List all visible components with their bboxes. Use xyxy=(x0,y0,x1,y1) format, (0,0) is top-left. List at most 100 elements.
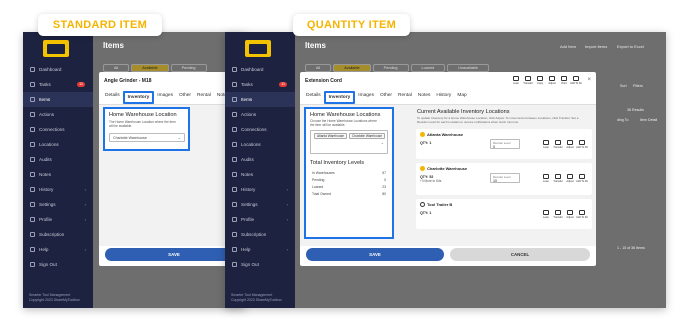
warehouse-chip[interactable]: Charlotte Warehouse xyxy=(349,133,386,139)
sidebar-item-help[interactable]: Help › xyxy=(225,242,295,257)
transfer-action[interactable]: Transfer xyxy=(522,76,534,85)
sidebar-item-subscription[interactable]: Subscription xyxy=(225,227,295,242)
loan-action[interactable]: Loan xyxy=(540,174,552,183)
transfer-action[interactable]: Transfer xyxy=(552,174,564,183)
sidebar-item-audits[interactable]: Audits xyxy=(23,152,93,167)
filters-button[interactable]: Filters xyxy=(633,84,643,88)
home-warehouse-select[interactable]: Charlotte Warehouse ⌄ xyxy=(109,133,185,142)
sidebar-item-tasks[interactable]: Tasks 11 xyxy=(225,77,295,92)
adjust-action[interactable]: Adjust xyxy=(564,140,576,149)
adjust-action[interactable]: Adjust xyxy=(564,174,576,183)
home-warehouse-multiselect[interactable]: Atlanta Warehouse Charlotte Warehouse ⌄ xyxy=(310,130,388,154)
tab-other[interactable]: Other xyxy=(377,91,395,104)
adjust-action[interactable]: Adjust xyxy=(546,76,558,85)
location-name: Tool Trailer B xyxy=(427,202,453,207)
filter-tab-available[interactable]: Available xyxy=(333,64,371,72)
sidebar-item-history[interactable]: History › xyxy=(225,182,295,197)
loan-action[interactable]: Loan xyxy=(510,76,522,85)
sort-button[interactable]: Sort xyxy=(620,84,627,88)
sidebar-item-locations[interactable]: Locations xyxy=(225,137,295,152)
add-to-kit-icon xyxy=(579,140,585,145)
sidebar-item-items[interactable]: Items xyxy=(23,92,93,107)
sidebar-item-profile[interactable]: Profile › xyxy=(225,212,295,227)
adjust-action[interactable]: Adjust xyxy=(564,210,576,219)
transfer-action[interactable]: Transfer xyxy=(552,140,564,149)
sidebar-item-history[interactable]: History › xyxy=(23,182,93,197)
export-excel-link[interactable]: Export to Excel xyxy=(617,44,644,49)
sidebar-item-settings[interactable]: Settings › xyxy=(225,197,295,212)
sidebar-item-help[interactable]: Help › xyxy=(23,242,93,257)
tab-details[interactable]: Details xyxy=(303,91,324,104)
warehouse-chip[interactable]: Atlanta Warehouse xyxy=(314,133,347,139)
audits-icon xyxy=(232,157,237,162)
sidebar-item-sign-out[interactable]: Sign Out xyxy=(23,257,93,272)
sidebar-item-locations[interactable]: Locations xyxy=(23,137,93,152)
filter-tab-unavailable[interactable]: Unavailable xyxy=(447,64,490,72)
filter-tab-all[interactable]: All xyxy=(103,64,130,72)
filter-tab-loaned[interactable]: Loaned xyxy=(410,64,446,72)
sidebar-item-label: Profile xyxy=(241,217,255,222)
sidebar-item-settings[interactable]: Settings › xyxy=(23,197,93,212)
add-to-kit-action[interactable]: Add To Kit xyxy=(576,140,588,149)
tab-images[interactable]: Images xyxy=(355,91,377,104)
sidebar-item-audits[interactable]: Audits xyxy=(225,152,295,167)
cancel-button[interactable]: CANCEL xyxy=(450,248,590,261)
reorder-level-input[interactable]: Reorder Level 0 xyxy=(490,139,520,149)
tab-rental[interactable]: Rental xyxy=(395,91,415,104)
action-label: Add To Kit xyxy=(570,82,582,85)
sidebar-item-actions[interactable]: Actions xyxy=(225,107,295,122)
save-button[interactable]: SAVE xyxy=(306,248,444,261)
tab-details[interactable]: Details xyxy=(102,91,123,104)
filter-tab-pending[interactable]: Pending xyxy=(170,64,207,72)
sidebar-item-dashboard[interactable]: Dashboard xyxy=(225,62,295,77)
filter-tab-all[interactable]: All xyxy=(305,64,332,72)
reorder-level-input[interactable]: Reorder Level 10 xyxy=(490,173,520,183)
sidebar-item-subscription[interactable]: Subscription xyxy=(23,227,93,242)
transfer-action[interactable]: Transfer xyxy=(552,210,564,219)
import-items-link[interactable]: Import Items xyxy=(585,44,607,49)
home-warehouse-box: Home Warehouse Locations Choose the Home… xyxy=(304,107,394,239)
transfer-icon xyxy=(555,140,561,145)
item-modal: Angle Grinder - M18 Details Inventory Im… xyxy=(99,72,245,266)
print-action[interactable]: Print xyxy=(558,76,570,85)
sidebar-item-dashboard[interactable]: Dashboard xyxy=(23,62,93,77)
level-value: 57 xyxy=(382,171,386,175)
sidebar-item-tasks[interactable]: Tasks 11 xyxy=(23,77,93,92)
tab-other[interactable]: Other xyxy=(176,91,194,104)
add-to-kit-action[interactable]: Add To Kit xyxy=(576,210,588,219)
tab-inventory[interactable]: Inventory xyxy=(323,91,356,104)
loan-action[interactable]: Loan xyxy=(540,140,552,149)
close-icon[interactable]: × xyxy=(587,77,591,83)
loan-action[interactable]: Loan xyxy=(540,210,552,219)
filter-tab-pending[interactable]: Pending xyxy=(372,64,409,72)
tab-rental[interactable]: Rental xyxy=(194,91,214,104)
page-title: Items xyxy=(103,41,124,50)
add-to-kit-action[interactable]: Add To Kit xyxy=(570,76,582,85)
trailer-icon xyxy=(420,202,425,207)
tab-images[interactable]: Images xyxy=(154,91,176,104)
sidebar-item-items[interactable]: Items xyxy=(225,92,295,107)
add-item-link[interactable]: Add Item xyxy=(560,44,576,49)
filter-tab-available[interactable]: Available xyxy=(131,64,169,72)
tab-notes[interactable]: Notes xyxy=(415,91,434,104)
tab-map[interactable]: Map xyxy=(454,91,469,104)
sidebar-item-sign-out[interactable]: Sign Out xyxy=(225,257,295,272)
sidebar-item-actions[interactable]: Actions xyxy=(23,107,93,122)
sidebar-item-notes[interactable]: Notes xyxy=(225,167,295,182)
add-to-kit-action[interactable]: Add To Kit xyxy=(576,174,588,183)
save-button[interactable]: SAVE xyxy=(105,248,243,261)
copy-action[interactable]: Copy xyxy=(534,76,546,85)
chevron-right-icon: › xyxy=(84,202,86,207)
sidebar-item-notes[interactable]: Notes xyxy=(23,167,93,182)
level-label: Total Owned xyxy=(312,192,331,196)
sidebar-item-label: Subscription xyxy=(39,232,65,237)
sidebar-item-profile[interactable]: Profile › xyxy=(23,212,93,227)
location-name: Atlanta Warehouse xyxy=(427,132,464,137)
sidebar-item-connections[interactable]: Connections xyxy=(225,122,295,137)
item-modal: Extension Cord × Loan Transfer Copy Adjust P… xyxy=(300,72,596,266)
tab-history[interactable]: History xyxy=(433,91,454,104)
notes-icon xyxy=(30,172,35,177)
chevron-right-icon: › xyxy=(286,217,288,222)
sidebar-item-connections[interactable]: Connections xyxy=(23,122,93,137)
tab-inventory[interactable]: Inventory xyxy=(122,91,155,104)
